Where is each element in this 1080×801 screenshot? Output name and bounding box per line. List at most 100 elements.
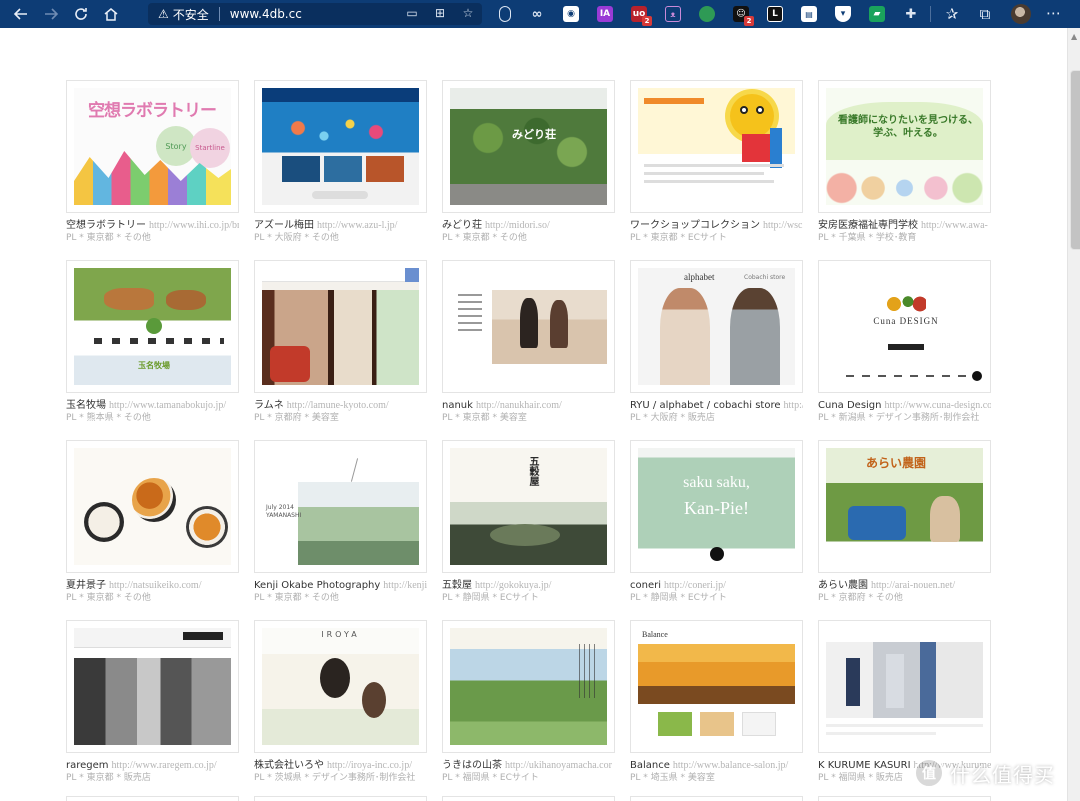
site-name[interactable]: 夏井景子: [66, 580, 106, 591]
collections-button[interactable]: ⧉: [970, 0, 1000, 28]
site-thumbnail[interactable]: [818, 620, 991, 753]
site-card[interactable]: 看護師になりたいを見つける、学ぶ、叶える。 安房医療福祉専門学校 http://w…: [818, 80, 991, 260]
site-thumbnail[interactable]: [66, 440, 239, 573]
site-url[interactable]: http://ukihanoyamacha.cor: [505, 760, 612, 771]
site-thumbnail[interactable]: Cuna DESIGN: [818, 260, 991, 393]
infinity-extension-icon[interactable]: ∞: [529, 6, 545, 22]
site-card[interactable]: みどり荘 みどり荘 http://midori.so/ PL * 東京都 * その…: [442, 80, 615, 260]
site-name[interactable]: RYU / alphabet / cobachi store: [630, 400, 781, 411]
site-card[interactable]: Balance Balance http://www.balance-salon.…: [630, 620, 803, 800]
site-name[interactable]: 玉名牧場: [66, 400, 106, 411]
site-card[interactable]: あらい農園 あらい農園 http://arai-nouen.net/ PL * 京…: [818, 440, 991, 620]
site-card[interactable]: [818, 796, 991, 801]
site-url[interactable]: http://www.ihi.co.jp/bra: [149, 220, 239, 231]
site-card[interactable]: July 2014 YAMANASHI Kenji Okabe Photogra…: [254, 440, 427, 620]
site-card[interactable]: alphabet Cobachi store RYU / alphabet / …: [630, 260, 803, 440]
security-label[interactable]: 不安全: [173, 6, 209, 23]
site-url[interactable]: http://kenjioka: [383, 580, 427, 591]
site-thumbnail[interactable]: [254, 260, 427, 393]
site-url[interactable]: http://gokokuya.jp/: [475, 580, 551, 591]
site-url[interactable]: http://midori.so/: [485, 220, 550, 231]
site-name[interactable]: Kenji Okabe Photography: [254, 580, 380, 591]
reading-mode-icon[interactable]: ▭: [404, 5, 420, 21]
site-url[interactable]: http://coneri.jp/: [664, 580, 726, 591]
favorites-button[interactable]: ✰: [937, 0, 967, 28]
site-card[interactable]: 空想ラボラトリー Story Startline 空想ラボラトリー http://…: [66, 80, 239, 260]
app-icon[interactable]: ⊞: [432, 5, 448, 21]
site-thumbnail[interactable]: IROYA: [254, 620, 427, 753]
site-card[interactable]: 玉名牧場 玉名牧場 http://www.tamanabokujo.jp/ PL …: [66, 260, 239, 440]
site-card[interactable]: [442, 796, 615, 801]
site-thumbnail[interactable]: 看護師になりたいを見つける、学ぶ、叶える。: [818, 80, 991, 213]
forward-button[interactable]: [36, 0, 66, 28]
site-card[interactable]: nanuk http://nanukhair.com/ PL * 東京都 * 美容…: [442, 260, 615, 440]
site-card[interactable]: Cuna DESIGN Cuna Design http://www.cuna-d…: [818, 260, 991, 440]
site-url[interactable]: http://www.azu-l.jp/: [317, 220, 397, 231]
site-card[interactable]: [66, 796, 239, 801]
site-thumbnail[interactable]: [442, 260, 615, 393]
site-url[interactable]: http://arai-nouen.net/: [871, 580, 955, 591]
site-url[interactable]: http://col: [784, 400, 803, 411]
site-card[interactable]: ラムネ http://lamune-kyoto.com/ PL * 京都府 * 美…: [254, 260, 427, 440]
shield-extension-icon[interactable]: ▾: [835, 6, 851, 22]
site-url[interactable]: http://nanukhair.com/: [476, 400, 562, 411]
site-name[interactable]: ラムネ: [254, 400, 284, 411]
site-name[interactable]: アズール梅田: [254, 220, 314, 231]
site-card[interactable]: saku saku, Kan-Pie! coneri http://coneri.…: [630, 440, 803, 620]
site-card[interactable]: [254, 796, 427, 801]
site-url[interactable]: http://natsuikeiko.com/: [109, 580, 202, 591]
back-button[interactable]: [6, 0, 36, 28]
site-name[interactable]: Balance: [630, 760, 670, 771]
site-name[interactable]: あらい農園: [818, 580, 868, 591]
site-url[interactable]: http://lamune-kyoto.com/: [287, 400, 389, 411]
site-url[interactable]: http://www.raregem.co.jp/: [112, 760, 217, 771]
green-extension-icon[interactable]: ▰: [869, 6, 885, 22]
site-thumbnail[interactable]: [630, 80, 803, 213]
site-url[interactable]: http://www.cuna-design.co: [885, 400, 992, 411]
site-thumbnail[interactable]: 空想ラボラトリー Story Startline: [66, 80, 239, 213]
robot-extension-icon[interactable]: ☺ 2: [733, 6, 754, 26]
site-name[interactable]: 空想ラボラトリー: [66, 220, 146, 231]
site-thumbnail[interactable]: Balance: [630, 620, 803, 753]
page-scrollbar[interactable]: ▲: [1067, 28, 1080, 801]
site-url[interactable]: http://wsc.or.jp/: [763, 220, 803, 231]
site-thumbnail[interactable]: alphabet Cobachi store: [630, 260, 803, 393]
site-thumbnail[interactable]: saku saku, Kan-Pie!: [630, 440, 803, 573]
site-thumbnail[interactable]: [254, 80, 427, 213]
site-card[interactable]: raregem http://www.raregem.co.jp/ PL * 東京…: [66, 620, 239, 800]
site-card[interactable]: [630, 796, 803, 801]
home-button[interactable]: [96, 0, 126, 28]
site-card[interactable]: ワークショップコレクションhttp://wsc.or.jp/ PL * 東京都 …: [630, 80, 803, 260]
fish-extension-icon[interactable]: [699, 6, 715, 22]
site-card[interactable]: IROYA 株式会社いろや http://iroya-inc.co.jp/ PL …: [254, 620, 427, 800]
mouse-gesture-extension-icon[interactable]: [499, 6, 511, 22]
site-card[interactable]: うきはの山茶 http://ukihanoyamacha.cor PL * 福岡県…: [442, 620, 615, 800]
site-name[interactable]: raregem: [66, 760, 109, 771]
site-name[interactable]: Cuna Design: [818, 400, 882, 411]
site-name[interactable]: 五穀屋: [442, 580, 472, 591]
site-name[interactable]: K KURUME KASURI: [818, 760, 911, 771]
refresh-button[interactable]: [66, 0, 96, 28]
site-thumbnail[interactable]: July 2014 YAMANASHI: [254, 440, 427, 573]
cat-extension-icon[interactable]: ᴥ: [665, 6, 681, 22]
site-name[interactable]: nanuk: [442, 400, 473, 411]
camera-extension-icon[interactable]: ◉: [563, 6, 579, 22]
site-name[interactable]: ワークショップコレクション: [630, 220, 760, 231]
site-card[interactable]: 五穀屋 五穀屋 http://gokokuya.jp/ PL * 静岡県 * EC…: [442, 440, 615, 620]
site-name[interactable]: うきはの山茶: [442, 760, 502, 771]
site-url[interactable]: http://iroya-inc.co.jp/: [327, 760, 412, 771]
scrollbar-thumb[interactable]: [1070, 70, 1080, 250]
profile-avatar[interactable]: [1011, 4, 1031, 24]
more-options-icon[interactable]: ⋯: [1046, 4, 1061, 22]
site-name[interactable]: 株式会社いろや: [254, 760, 324, 771]
favorite-star-icon[interactable]: ☆: [460, 5, 476, 21]
address-bar[interactable]: ⚠ 不安全 www.4db.cc ▭ ⊞ ☆: [148, 3, 482, 25]
warning-icon[interactable]: ⚠: [158, 7, 169, 21]
url-text[interactable]: www.4db.cc: [230, 7, 302, 21]
site-name[interactable]: みどり荘: [442, 220, 482, 231]
site-thumbnail[interactable]: [442, 620, 615, 753]
scroll-up-icon[interactable]: ▲: [1071, 32, 1077, 41]
l-extension-icon[interactable]: L: [767, 6, 783, 22]
reader-extension-icon[interactable]: ▤: [801, 6, 817, 22]
site-thumbnail[interactable]: 玉名牧場: [66, 260, 239, 393]
